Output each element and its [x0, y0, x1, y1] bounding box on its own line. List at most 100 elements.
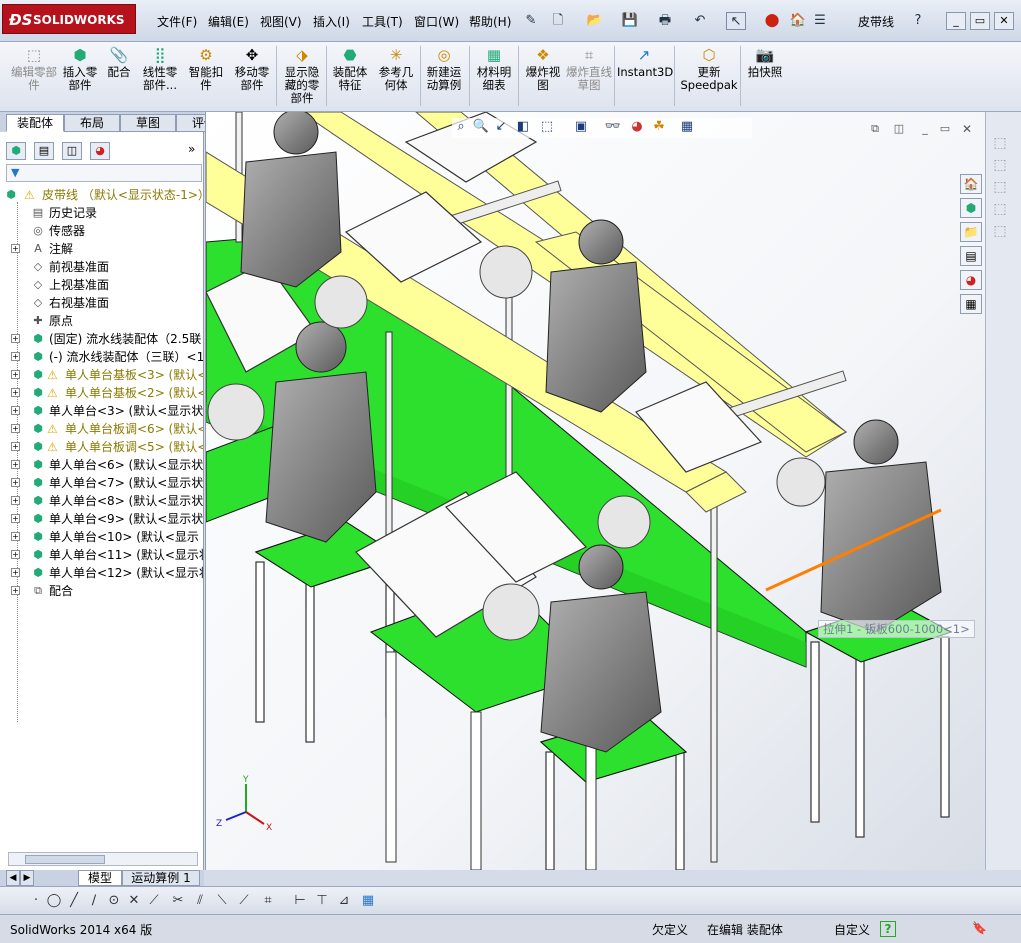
smart-fastener-button[interactable]: ⚙ 智能扣件 — [186, 46, 226, 110]
edit-component-button[interactable]: ⬚ 编辑零部件 — [10, 46, 58, 110]
tree-item[interactable]: + ⬢ 单人单台<11> (默认<显示状 — [0, 546, 203, 564]
tree-item[interactable]: ◇ 前视基准面 — [0, 258, 203, 276]
undo-icon[interactable]: ↶ — [690, 12, 710, 30]
update-speedpak-button[interactable]: ⬡ 更新Speedpak — [680, 46, 738, 110]
options-icon[interactable]: ☰ — [810, 12, 830, 30]
configuration-manager-icon[interactable]: ◫ — [62, 142, 82, 160]
menu-help[interactable]: 帮助(H) — [469, 13, 511, 30]
tab-model[interactable]: 模型 — [78, 870, 122, 886]
appearances-icon[interactable]: ◕ — [960, 270, 982, 290]
appearance-icon[interactable]: ◕ — [628, 118, 646, 136]
tree-item[interactable]: ◇ 上视基准面 — [0, 276, 203, 294]
restore-icon[interactable]: ▭ — [970, 12, 990, 30]
tab-motion-study[interactable]: 运动算例 1 — [122, 870, 200, 886]
mate-button[interactable]: 📎 配合 — [104, 46, 134, 110]
expand-toggle-icon[interactable]: + — [11, 406, 20, 415]
display-style-icon[interactable]: ▣ — [572, 118, 590, 136]
expand-toggle-icon[interactable]: + — [11, 370, 20, 379]
open-icon[interactable]: 📂 — [585, 12, 605, 30]
expand-toggle-icon[interactable]: + — [11, 532, 20, 541]
viewport-maximize-icon[interactable]: ▭ — [936, 120, 954, 138]
expand-toggle-icon[interactable]: + — [11, 496, 20, 505]
panel-horizontal-scrollbar[interactable] — [8, 852, 198, 866]
section-view-icon[interactable]: ◧ — [514, 118, 532, 136]
rebuild-icon[interactable]: ⬤ — [762, 12, 782, 30]
expand-toggle-icon[interactable]: + — [11, 388, 20, 397]
property-manager-icon[interactable]: ▤ — [34, 142, 54, 160]
expand-toggle-icon[interactable]: + — [11, 460, 20, 469]
scrollbar-thumb[interactable] — [25, 855, 105, 864]
hide-show-icon[interactable]: 👓 — [604, 118, 622, 136]
tree-item[interactable]: + ⬢ ⚠ 单人单台基板<3> (默认< — [0, 366, 203, 384]
take-snapshot-button[interactable]: 📷 拍快照 — [744, 46, 786, 110]
scene-icon[interactable]: ☘ — [650, 118, 668, 136]
view-orientation-icon[interactable]: ⬚ — [538, 118, 556, 136]
menu-view[interactable]: 视图(V) — [260, 13, 302, 30]
tree-item[interactable]: ◇ 右视基准面 — [0, 294, 203, 312]
expand-toggle-icon[interactable]: + — [11, 586, 20, 595]
save-icon[interactable]: 💾 — [620, 12, 640, 30]
new-document-icon[interactable]: 🗋 — [548, 12, 568, 30]
expand-toggle-icon[interactable]: + — [11, 550, 20, 559]
construction-line-icon[interactable]: ∕ — [86, 893, 102, 909]
linear-pattern-button[interactable]: ⣿ 线性零部件... — [138, 46, 182, 110]
menu-edit[interactable]: 编辑(E) — [208, 13, 249, 30]
trim-icon[interactable]: ✂ — [170, 893, 186, 909]
file-properties-icon[interactable]: 🏠 — [788, 12, 808, 30]
tree-item[interactable]: + ⧉ 配合 — [0, 582, 203, 600]
expand-toggle-icon[interactable]: + — [11, 352, 20, 361]
bom-button[interactable]: ▦ 材料明细表 — [472, 46, 516, 110]
file-explorer-icon[interactable]: 📁 — [960, 222, 982, 242]
expand-toggle-icon[interactable]: + — [11, 568, 20, 577]
zoom-to-fit-icon[interactable]: ⌕ — [452, 118, 470, 136]
menu-file[interactable]: 文件(F) — [157, 13, 197, 30]
help-icon[interactable]: ? — [908, 12, 928, 30]
tab-layout[interactable]: 布局 — [64, 114, 120, 132]
horizontal-dim-icon[interactable]: ⊤ — [314, 893, 330, 909]
view-palette-icon[interactable]: ▤ — [960, 246, 982, 266]
units-status[interactable]: 自定义 — [834, 921, 870, 938]
cross-icon[interactable]: ✕ — [126, 893, 142, 909]
expand-toggle-icon[interactable]: + — [11, 424, 20, 433]
dimension-box-icon[interactable]: ⌗ — [260, 893, 276, 909]
menu-tools[interactable]: 工具(T) — [362, 13, 403, 30]
offset-icon[interactable]: ⫽ — [192, 893, 208, 909]
help-status-icon[interactable]: ? — [880, 921, 896, 937]
insert-component-button[interactable]: ⬢ 插入零部件 — [58, 46, 102, 110]
view-settings-icon[interactable]: ▦ — [678, 118, 696, 136]
tree-item[interactable]: ◎ 传感器 — [0, 222, 203, 240]
tree-item[interactable]: + ⬢ 单人单台<3> (默认<显示状 — [0, 402, 203, 420]
assembly-features-button[interactable]: ⬣ 装配体特征 — [329, 46, 371, 110]
tab-scroll-right-icon[interactable]: ▶ — [20, 870, 34, 886]
smart-dimension-icon[interactable]: ⊢ — [292, 893, 308, 909]
tab-sketch[interactable]: 草图 — [120, 114, 176, 132]
close-icon[interactable]: ✕ — [994, 12, 1014, 30]
display-manager-icon[interactable]: ◕ — [90, 142, 110, 160]
tree-item[interactable]: + ⬢ (固定) 流水线装配体（2.5联 — [0, 330, 203, 348]
design-library-icon[interactable]: ⬢ — [960, 198, 982, 218]
tree-item[interactable]: + ⬢ ⚠ 单人单台板调<5> (默认< — [0, 438, 203, 456]
show-hidden-components-button[interactable]: ⬗ 显示隐藏的零部件 — [280, 46, 324, 110]
graphics-area[interactable]: Y X Z ⌕ 🔍 ↙ ◧ ⬚ ▣ 👓 ◕ ☘ ▦ ⧉ ◫ _ ▭ ✕ — [205, 112, 985, 870]
expand-toggle-icon[interactable]: + — [11, 442, 20, 451]
expand-panel-icon[interactable]: » — [188, 142, 195, 156]
tree-item[interactable]: ✚ 原点 — [0, 312, 203, 330]
zoom-area-icon[interactable]: 🔍 — [472, 118, 490, 136]
tree-item[interactable]: + ⬢ ⚠ 单人单台基板<2> (默认< — [0, 384, 203, 402]
pin-icon[interactable]: ✎ — [521, 12, 541, 30]
custom-properties-icon[interactable]: ▦ — [960, 294, 982, 314]
new-motion-study-button[interactable]: ◎ 新建运动算例 — [422, 46, 466, 110]
tree-item[interactable]: ▤ 历史记录 — [0, 204, 203, 222]
assembly-3d-model[interactable]: Y X Z — [206, 112, 985, 870]
line-icon[interactable]: ╱ — [66, 893, 82, 909]
circle-icon[interactable]: ◯ — [46, 893, 62, 909]
solidworks-logo[interactable]: ƉS SOLIDWORKS — [2, 4, 136, 34]
extend-icon[interactable]: ⟋ — [236, 893, 252, 909]
tree-item[interactable]: + A 注解 — [0, 240, 203, 258]
print-icon[interactable]: 🖶 — [655, 12, 675, 30]
viewport-close-icon[interactable]: ✕ — [958, 120, 976, 138]
instant3d-button[interactable]: ↗ Instant3D — [617, 46, 673, 110]
mirror-icon[interactable]: ⟍ — [214, 893, 230, 909]
expand-toggle-icon[interactable]: + — [11, 334, 20, 343]
point-icon[interactable]: · — [28, 893, 44, 909]
